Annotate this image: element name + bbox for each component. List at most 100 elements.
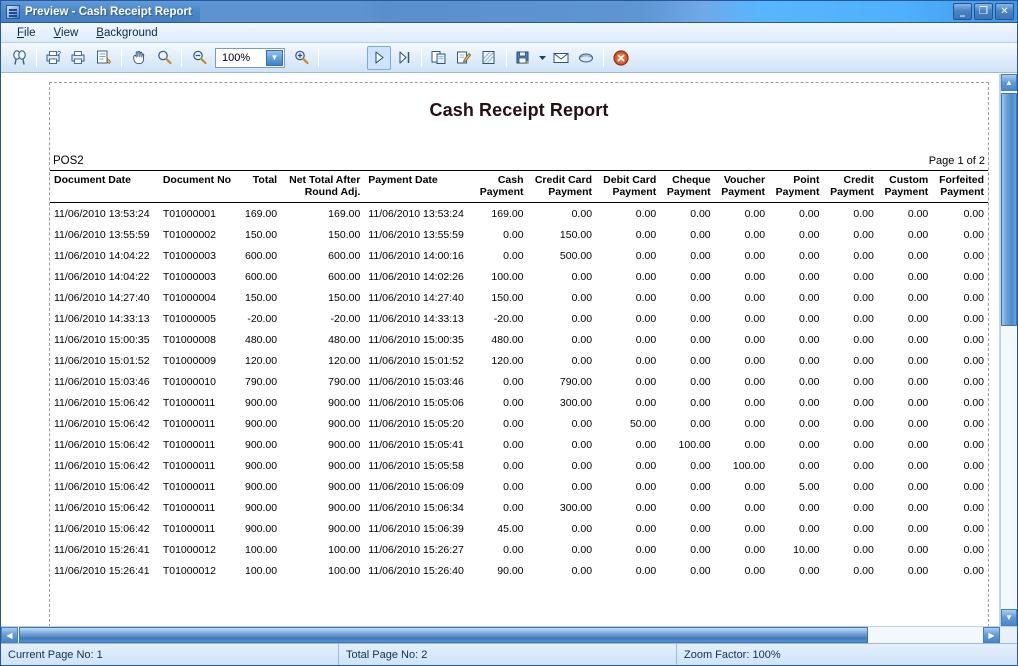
table-cell: 0.00 [571, 564, 593, 577]
table-cell: T01000011 [162, 396, 216, 409]
menu-background[interactable]: Background [88, 25, 165, 41]
export-dropdown-arrow-icon[interactable] [537, 46, 548, 70]
table-cell: 900.00 [244, 522, 278, 535]
table-cell: 0.00 [799, 375, 820, 388]
table-cell: 0.00 [853, 417, 874, 430]
column-header: Document No [158, 169, 239, 204]
search-icon[interactable] [7, 46, 31, 70]
table-cell: 11/06/2010 15:05:58 [368, 459, 464, 472]
zoom-in-icon[interactable] [289, 46, 313, 70]
table-cell: 0.00 [690, 375, 711, 388]
zoom-out-icon[interactable] [187, 46, 211, 70]
maximize-button[interactable]: ❐ [974, 3, 993, 20]
table-cell: 0.00 [963, 480, 984, 493]
table-cell: 100.00 [328, 543, 361, 556]
status-zoom-factor: Zoom Factor: 100% [684, 648, 781, 661]
table-cell: 790.00 [328, 375, 361, 388]
table-cell: 45.00 [497, 522, 524, 535]
report-heading: Cash Receipt Report [429, 100, 609, 120]
table-cell: 0.00 [799, 312, 820, 325]
table-cell: 11/06/2010 15:06:42 [54, 417, 150, 430]
table-cell: 169.00 [244, 207, 278, 220]
table-cell: 0.00 [690, 270, 711, 283]
horizontal-scroll-thumb[interactable] [19, 627, 869, 643]
page-setup-icon[interactable] [92, 46, 116, 70]
table-cell: 0.00 [503, 228, 524, 241]
table-cell: 900.00 [328, 480, 361, 493]
table-cell: 0.00 [907, 543, 929, 556]
vertical-scroll-thumb[interactable] [1001, 93, 1017, 327]
table-cell: 0.00 [963, 333, 984, 346]
table-cell: 0.00 [571, 543, 593, 556]
table-cell: 11/06/2010 15:03:46 [54, 375, 150, 388]
table-cell: 0.00 [853, 396, 874, 409]
scroll-down-button[interactable]: ▼ [1001, 609, 1017, 626]
table-cell: 0.00 [907, 396, 929, 409]
table-cell: 0.00 [571, 417, 593, 430]
print-preview-icon[interactable]: ? [42, 46, 66, 70]
table-cell: 0.00 [799, 564, 820, 577]
minimize-button[interactable]: _ [953, 3, 972, 20]
table-cell: 0.00 [963, 249, 984, 262]
table-cell: 900.00 [328, 396, 361, 409]
email-icon[interactable] [549, 46, 573, 70]
table-row: 11/06/2010 13:55:59 T01000002 150.00 150.00… [50, 224, 988, 245]
table-cell: 100.00 [244, 564, 278, 577]
table-cell: 0.00 [907, 459, 929, 472]
scroll-right-button[interactable]: ▶ [983, 627, 1000, 643]
table-cell: 0.00 [635, 543, 657, 556]
menu-view[interactable]: View [46, 25, 87, 41]
table-cell: 900.00 [244, 480, 278, 493]
table-cell: 0.00 [963, 291, 984, 304]
scroll-left-button[interactable]: ◀ [1, 627, 18, 643]
table-cell: 0.00 [907, 291, 929, 304]
chevron-down-icon[interactable]: ▼ [266, 49, 283, 66]
table-cell: 900.00 [244, 438, 278, 451]
horizontal-scroll-track[interactable] [18, 627, 983, 643]
watermark-icon[interactable] [477, 46, 501, 70]
table-cell: T01000001 [162, 207, 216, 220]
table-cell: 11/06/2010 15:03:46 [368, 375, 464, 388]
annotate-icon[interactable] [452, 46, 476, 70]
table-cell: 0.00 [690, 417, 711, 430]
table-cell: 500.00 [559, 249, 593, 262]
table-cell: 0.00 [503, 249, 524, 262]
table-cell: 0.00 [853, 480, 874, 493]
print-icon[interactable] [67, 46, 91, 70]
table-cell: 0.00 [635, 522, 657, 535]
vertical-scrollbar[interactable]: ▲ ▼ [1000, 74, 1017, 626]
table-cell: 900.00 [328, 522, 361, 535]
table-cell: 0.00 [744, 270, 766, 283]
table-cell: 0.00 [907, 354, 929, 367]
scroll-up-button[interactable]: ▲ [1001, 74, 1017, 91]
svg-text:?: ? [57, 51, 61, 58]
table-cell: 11/06/2010 15:06:34 [368, 501, 464, 514]
table-cell: 600.00 [244, 249, 278, 262]
window-title: Preview - Cash Receipt Report [25, 5, 192, 18]
close-report-icon[interactable] [609, 46, 633, 70]
table-cell: 150.00 [244, 291, 278, 304]
table-row: 11/06/2010 15:06:42 T01000011 900.00 900.00… [50, 476, 988, 497]
column-header: Document Date [50, 169, 159, 204]
publish-icon[interactable] [574, 46, 598, 70]
horizontal-scrollbar[interactable]: ◀ ▶ [1, 626, 1017, 643]
zoom-tool-icon[interactable] [152, 46, 176, 70]
table-cell: 0.00 [963, 501, 984, 514]
vertical-scroll-track[interactable] [1001, 91, 1017, 609]
next-page-icon[interactable] [367, 45, 391, 70]
column-header: Payment Date [364, 169, 474, 204]
page-viewport[interactable]: Cash Receipt Report POS2 Page 1 of 2 Doc… [1, 74, 1000, 626]
hand-pan-icon[interactable] [127, 46, 151, 70]
close-button[interactable]: ✕ [995, 3, 1014, 20]
table-cell: 0.00 [744, 501, 766, 514]
table-cell: 0.00 [635, 396, 657, 409]
page-layout-icon[interactable] [427, 46, 451, 70]
export-icon[interactable] [512, 46, 536, 70]
status-current-page: Current Page No: 1 [1, 644, 339, 665]
table-cell: 0.00 [744, 228, 766, 241]
table-cell: 11/06/2010 15:26:27 [368, 543, 464, 556]
last-page-icon[interactable] [392, 46, 416, 70]
table-cell: T01000009 [162, 354, 216, 367]
zoom-level-combobox[interactable]: 100% ▼ [215, 47, 285, 68]
menu-file[interactable]: File [9, 25, 44, 41]
